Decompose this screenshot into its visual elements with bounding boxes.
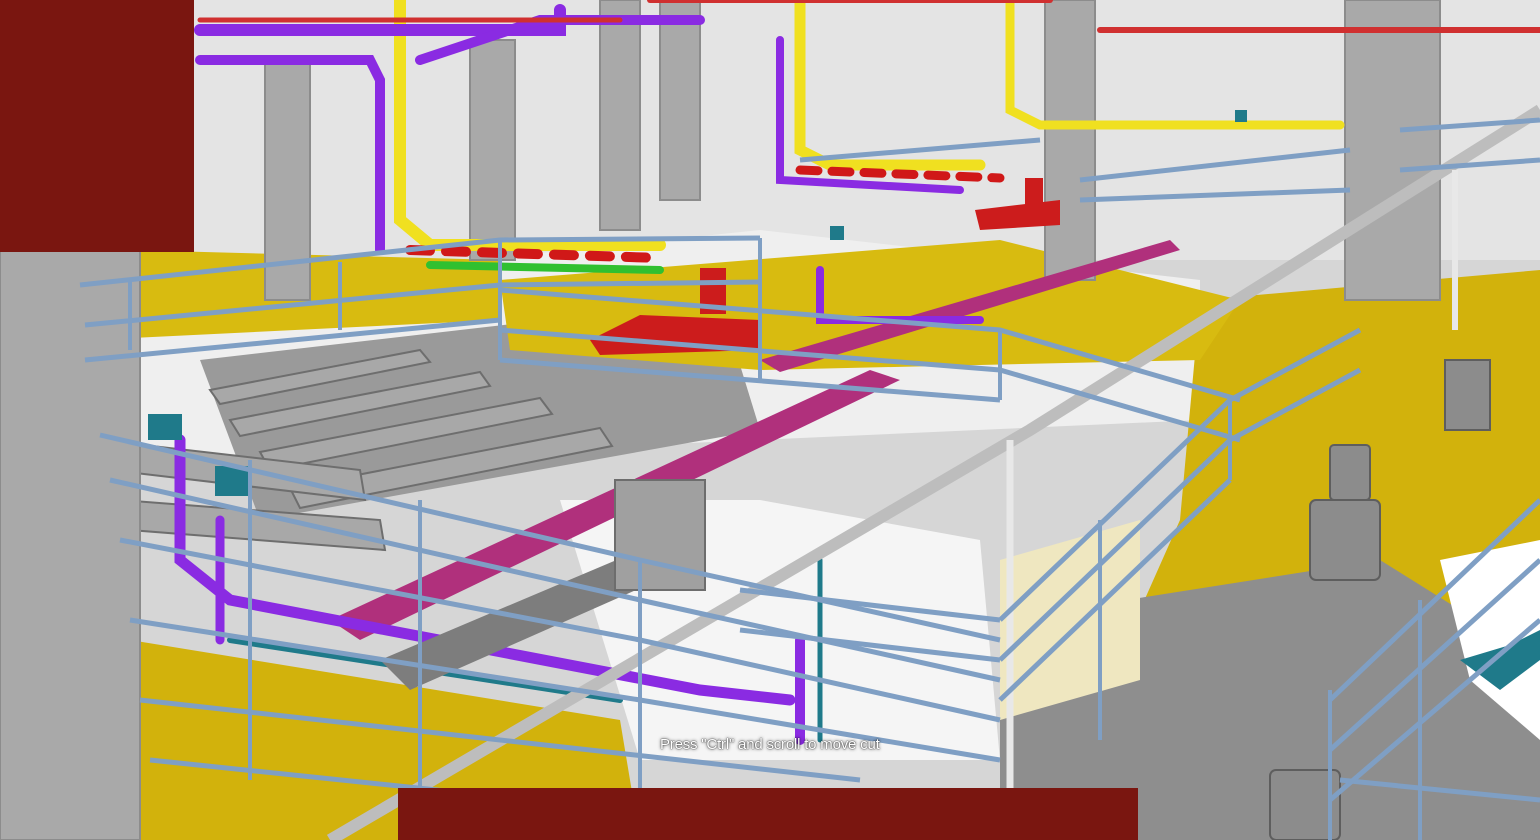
redaction-block-top-left bbox=[0, 0, 194, 252]
redaction-block-bottom bbox=[398, 788, 1138, 840]
3d-scene[interactable] bbox=[0, 0, 1540, 840]
3d-model-viewport[interactable] bbox=[0, 0, 1540, 840]
viewer-hint-text: Press "Ctrl" and scroll to move cut bbox=[660, 736, 880, 753]
